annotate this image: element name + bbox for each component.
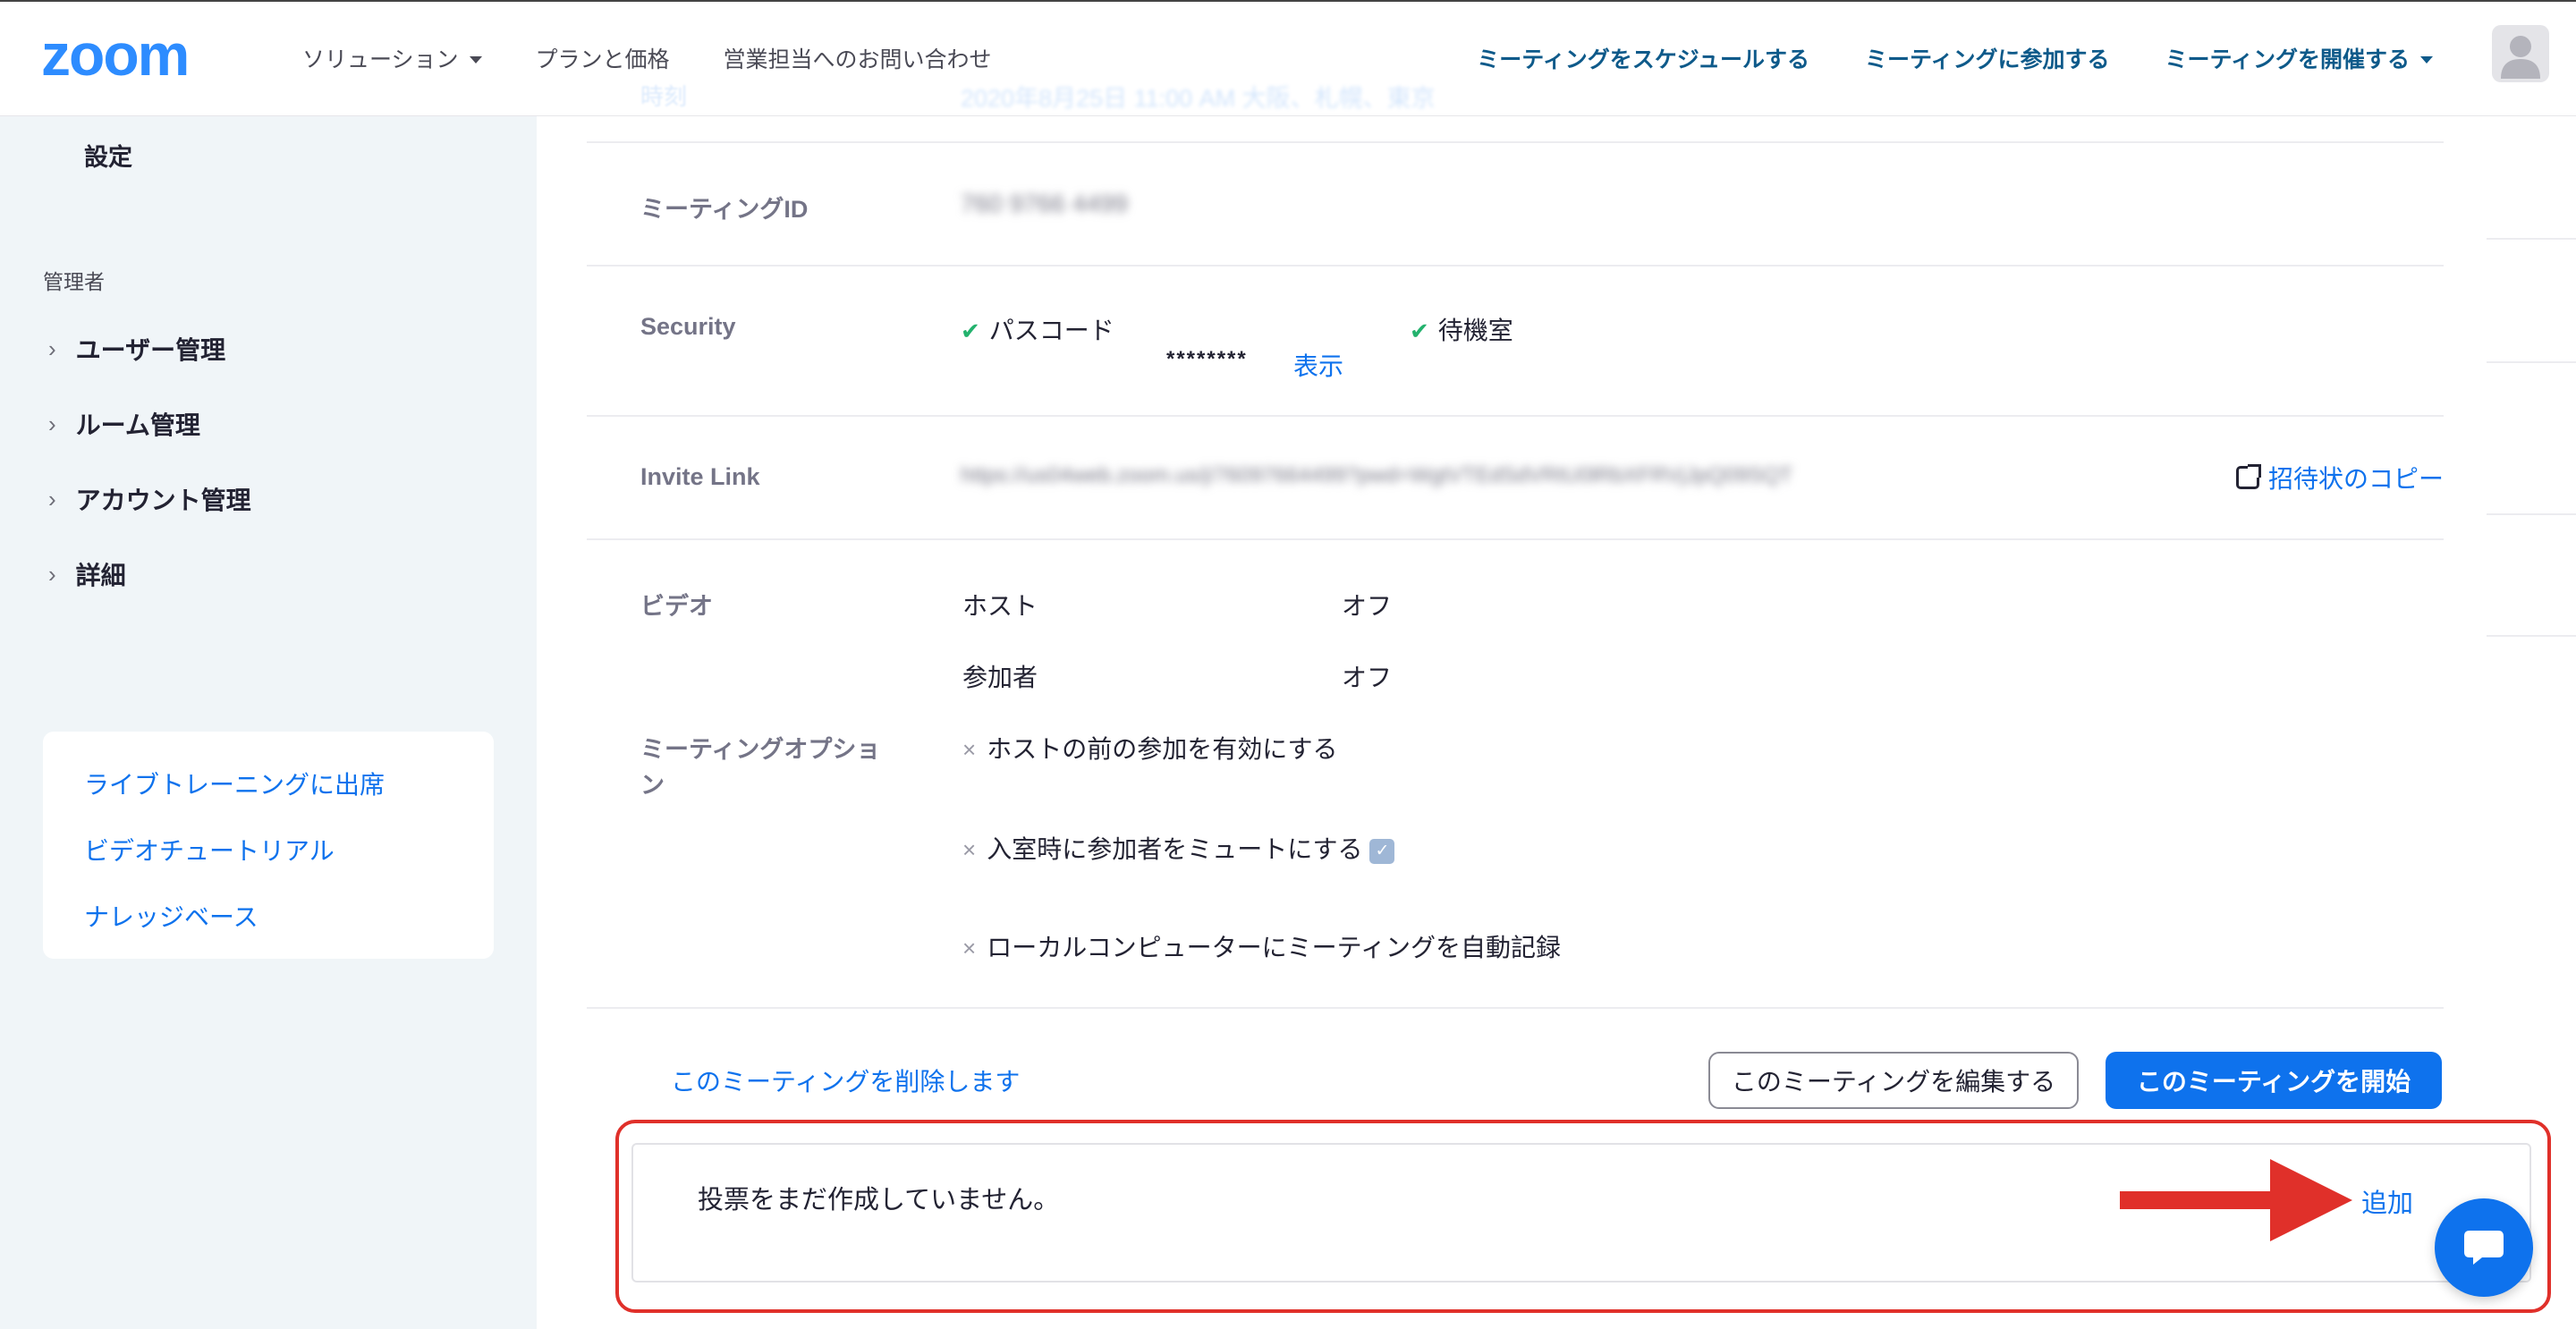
meeting-id-value: 760 9766 4499 <box>961 190 1128 217</box>
nav-plans-pricing[interactable]: プランと価格 <box>536 42 670 74</box>
nav-right: ミーティングをスケジュールする ミーティングに参加する ミーティングを開催する <box>1477 2 2433 114</box>
highlight-frame <box>615 1120 2551 1313</box>
svg-text:zoom: zoom <box>41 30 188 84</box>
video-label: ビデオ <box>640 593 713 620</box>
x-icon: × <box>962 736 977 763</box>
divider <box>587 265 2444 267</box>
option-join-before-host: × ホストの前の参加を有効にする <box>962 735 1338 763</box>
divider <box>587 415 2444 417</box>
participant-video-value: オフ <box>1342 664 1393 691</box>
passcode-setting: ✔ パスコード <box>961 317 1114 344</box>
chevron-right-icon: › <box>48 334 56 362</box>
meeting-options-label: ミーティングオプショ <box>640 736 881 763</box>
divider <box>587 1007 2444 1009</box>
invite-link-url: https://us04web.zoom.us/j/76097664499?pw… <box>961 463 1793 487</box>
sidebar-item-room-management[interactable]: › ルーム管理 <box>48 406 200 442</box>
sidebar-item-account-management[interactable]: › アカウント管理 <box>48 481 251 517</box>
caret-down-icon <box>469 56 482 63</box>
divider <box>2487 361 2576 363</box>
host-video-label: ホスト <box>962 592 1038 620</box>
sidebar-item-label: ユーザー管理 <box>75 336 226 364</box>
divider <box>587 538 2444 540</box>
zoom-logo[interactable]: zoom <box>41 30 242 84</box>
nav-host-meeting[interactable]: ミーティングを開催する <box>2165 42 2433 74</box>
invite-link-label: Invite Link <box>640 463 760 490</box>
user-avatar-icon <box>2501 36 2540 79</box>
check-icon: ✔ <box>1410 317 1429 344</box>
meeting-options-label-cont: ン <box>640 772 665 799</box>
nav-contact-sales[interactable]: 営業担当へのお問い合わせ <box>724 42 992 74</box>
nav-solutions[interactable]: ソリューション <box>302 42 482 74</box>
sidebar-item-label: ルーム管理 <box>75 411 200 439</box>
sidebar: 設定 管理者 › ユーザー管理 › ルーム管理 › アカウント管理 › 詳細 ラ… <box>0 116 537 1329</box>
knowledge-base-link[interactable]: ナレッジベース <box>84 898 258 934</box>
x-icon: × <box>962 836 977 863</box>
divider <box>587 141 2444 143</box>
sidebar-item-user-management[interactable]: › ユーザー管理 <box>48 331 225 367</box>
option-mute-on-entry: × 入室時に参加者をミュートにする ✓ <box>962 830 1395 866</box>
check-icon: ✔ <box>961 317 980 344</box>
chat-bubble-icon <box>2464 1231 2504 1265</box>
meeting-id-label: ミーティングID <box>640 196 809 223</box>
delete-meeting-link[interactable]: このミーティングを削除します <box>671 1062 1020 1098</box>
sidebar-admin-heading: 管理者 <box>43 270 105 293</box>
external-copy-icon <box>2235 464 2261 489</box>
avatar[interactable] <box>2492 25 2549 82</box>
security-label: Security <box>640 313 736 340</box>
time-label: 時刻 <box>640 83 688 110</box>
host-video-value: オフ <box>1342 592 1393 620</box>
x-icon: × <box>962 935 977 961</box>
chevron-right-icon: › <box>48 410 56 437</box>
caret-down-icon <box>2420 56 2433 63</box>
waiting-room-setting: ✔ 待機室 <box>1410 317 1513 344</box>
divider <box>2487 635 2576 637</box>
video-tutorials-link[interactable]: ビデオチュートリアル <box>84 832 335 868</box>
live-training-link[interactable]: ライブトレーニングに出席 <box>84 766 385 801</box>
chevron-right-icon: › <box>48 560 56 588</box>
passcode-mask: ******** <box>1166 347 1248 371</box>
meeting-detail-panel: 時刻 2020年8月25日 11:00 AM 大阪、札幌、東京 ミーティングID… <box>537 0 2576 1329</box>
edit-meeting-button[interactable]: このミーティングを編集する <box>1708 1052 2079 1109</box>
info-icon[interactable]: ✓ <box>1369 838 1395 864</box>
sidebar-item-label: 詳細 <box>75 562 126 589</box>
copy-invitation-link[interactable]: 招待状のコピー <box>2235 460 2444 495</box>
time-value: 2020年8月25日 11:00 AM 大阪、札幌、東京 <box>961 85 1436 112</box>
divider <box>2487 513 2576 515</box>
help-links-card: ライブトレーニングに出席 ビデオチュートリアル ナレッジベース <box>43 732 494 959</box>
show-passcode-link[interactable]: 表示 <box>1293 347 1343 383</box>
nav-join-meeting[interactable]: ミーティングに参加する <box>1865 42 2110 74</box>
sidebar-item-settings[interactable]: 設定 <box>84 138 132 173</box>
start-meeting-button[interactable]: このミーティングを開始 <box>2106 1052 2442 1109</box>
chevron-right-icon: › <box>48 485 56 512</box>
chat-button[interactable] <box>2435 1198 2533 1297</box>
sidebar-item-advanced[interactable]: › 詳細 <box>48 556 126 592</box>
divider <box>2487 238 2576 240</box>
sidebar-item-label: アカウント管理 <box>75 487 251 514</box>
nav-schedule-meeting[interactable]: ミーティングをスケジュールする <box>1477 42 1809 74</box>
participant-video-label: 参加者 <box>962 664 1038 691</box>
option-auto-record-local: × ローカルコンピューターにミーティングを自動記録 <box>962 934 1561 961</box>
